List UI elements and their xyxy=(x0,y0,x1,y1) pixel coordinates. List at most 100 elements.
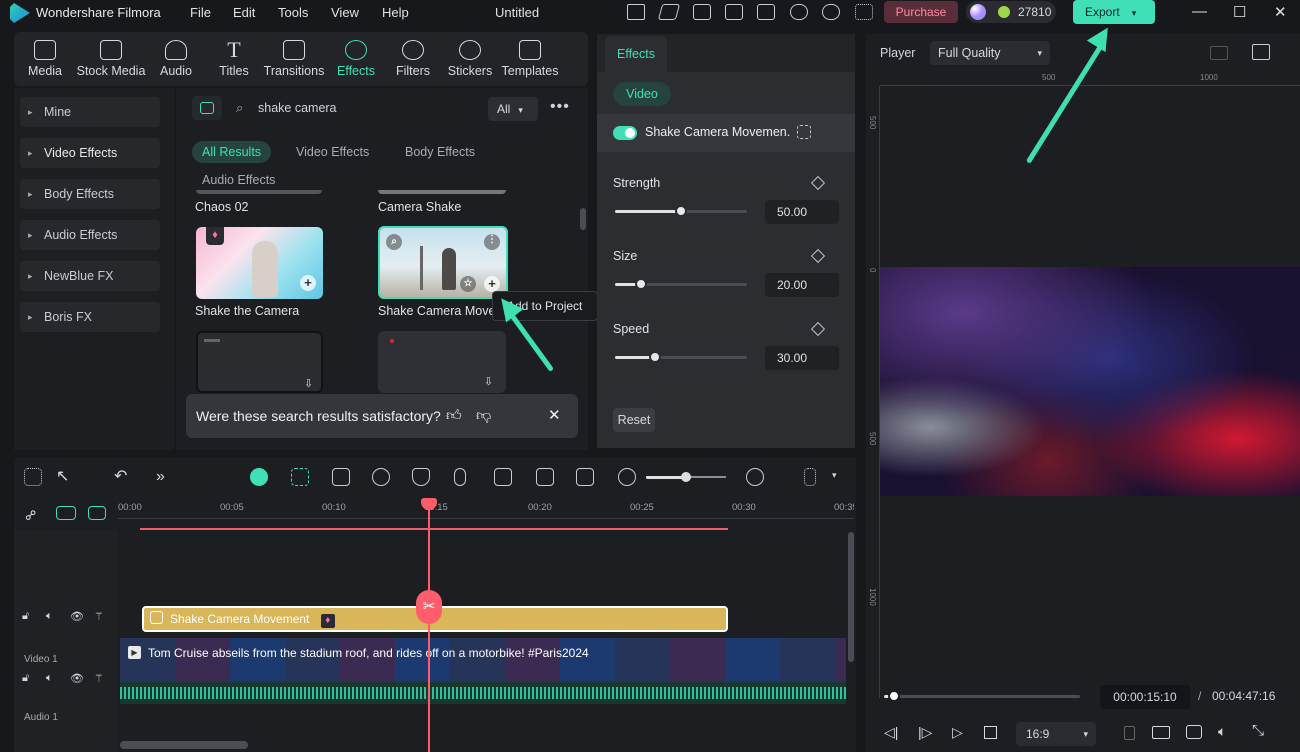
track-options-icon[interactable] xyxy=(804,468,816,486)
eye-icon[interactable]: 👁︎ xyxy=(70,672,84,685)
aspect-ratio-dropdown[interactable]: 16:9 ▾ xyxy=(1016,722,1096,746)
thumb-result-6[interactable]: ⇩ xyxy=(378,331,506,393)
split-screen-icon[interactable] xyxy=(576,468,594,486)
speaker-icon[interactable]: 🔈︎ xyxy=(46,610,53,623)
feedback-icon[interactable] xyxy=(693,4,711,20)
tab-effects-properties[interactable]: Effects xyxy=(605,36,667,72)
menu-view[interactable]: View xyxy=(331,5,359,20)
sidebar-item-body-effects[interactable]: Body Effects xyxy=(20,179,160,209)
snapshot-view-icon[interactable] xyxy=(1252,44,1270,60)
favorite-star-icon[interactable]: ☆ xyxy=(460,276,476,292)
video-clip[interactable]: ▶ Tom Cruise abseils from the stadium ro… xyxy=(120,638,846,704)
store-icon[interactable] xyxy=(192,96,222,120)
thumbs-down-icon[interactable]: 👎︎ xyxy=(476,394,491,438)
tab-effects[interactable]: Effects xyxy=(332,32,380,86)
export-button[interactable]: Export ▾ xyxy=(1073,0,1155,24)
layout-grid-icon[interactable] xyxy=(24,468,42,486)
playhead[interactable] xyxy=(428,500,430,752)
slider-knob[interactable] xyxy=(635,278,648,290)
display-icon[interactable] xyxy=(1152,726,1170,739)
progress-knob[interactable] xyxy=(887,690,900,702)
timeline-vertical-scrollbar[interactable] xyxy=(848,532,854,662)
tab-audio[interactable]: Audio xyxy=(152,32,200,86)
thumb-shake-the-camera[interactable]: ♦ + xyxy=(196,227,323,299)
menu-edit[interactable]: Edit xyxy=(233,5,255,20)
apps-grid-icon[interactable] xyxy=(855,4,873,20)
tab-media[interactable]: Media xyxy=(20,32,70,86)
thumb-camera-shake[interactable] xyxy=(378,190,506,194)
auto-ripple-icon[interactable] xyxy=(88,506,106,520)
more-vertical-icon[interactable]: ⋮ xyxy=(484,234,500,250)
playback-progress[interactable] xyxy=(884,690,1080,702)
ai-camera-icon[interactable] xyxy=(332,468,350,486)
sidebar-item-audio-effects[interactable]: Audio Effects xyxy=(20,220,160,250)
size-value-field[interactable]: 20.00 xyxy=(765,273,839,297)
reset-button[interactable]: Reset xyxy=(613,408,655,432)
add-to-project-button[interactable]: + xyxy=(484,276,500,292)
menu-file[interactable]: File xyxy=(190,5,211,20)
chevron-down-icon[interactable]: ▾ xyxy=(832,470,837,481)
results-scrollbar[interactable] xyxy=(580,208,586,230)
tab-templates[interactable]: Templates xyxy=(500,32,560,86)
play-icon[interactable]: ▷ xyxy=(952,724,963,741)
thumb-result-5[interactable]: ⇩ xyxy=(196,331,323,393)
slider-knob[interactable] xyxy=(648,351,661,363)
chip-audio-effects[interactable]: Audio Effects xyxy=(192,169,285,191)
search-input[interactable]: shake camera xyxy=(258,101,337,115)
shield-icon[interactable] xyxy=(412,468,430,486)
download-icon[interactable]: ⇩ xyxy=(484,375,493,388)
more-tools-icon[interactable]: » xyxy=(156,468,174,486)
lock-icon[interactable]: 🔓︎ xyxy=(22,610,29,623)
split-scissors-icon[interactable]: ✂ xyxy=(416,590,442,624)
magic-wand-icon[interactable]: ⚚ xyxy=(94,610,104,623)
undo-icon[interactable]: ↶ xyxy=(114,468,132,486)
close-icon[interactable]: ✕ xyxy=(1274,3,1287,21)
eye-icon[interactable]: 👁︎ xyxy=(70,610,84,623)
chip-video-effects[interactable]: Video Effects xyxy=(286,141,379,163)
menu-help[interactable]: Help xyxy=(382,5,409,20)
chip-all-results[interactable]: All Results xyxy=(192,141,272,163)
tab-filters[interactable]: Filters xyxy=(388,32,438,86)
ai-assistant-icon[interactable] xyxy=(250,468,268,486)
magic-wand-icon[interactable]: ⚚ xyxy=(94,672,104,685)
magnet-snap-icon[interactable] xyxy=(56,506,76,520)
compare-view-icon[interactable] xyxy=(1210,46,1228,60)
tab-stock-media[interactable]: Stock Media xyxy=(72,32,150,86)
gift-icon[interactable] xyxy=(627,4,645,20)
zoom-out-icon[interactable] xyxy=(618,468,636,486)
lock-icon[interactable]: 🔓︎ xyxy=(22,672,29,685)
save-icon[interactable] xyxy=(757,4,775,20)
zoom-in-icon[interactable] xyxy=(746,468,764,486)
keyframe-diamond-icon[interactable] xyxy=(810,175,826,191)
download-icon[interactable]: ⇩ xyxy=(304,377,313,390)
microphone-icon[interactable] xyxy=(454,468,466,486)
minimize-icon[interactable]: — xyxy=(1192,3,1207,20)
audio-list-icon[interactable] xyxy=(494,468,512,486)
effect-enable-toggle[interactable] xyxy=(613,126,637,140)
cloud-icon[interactable] xyxy=(790,4,808,20)
menu-tools[interactable]: Tools xyxy=(278,5,308,20)
credits-badge[interactable]: 27810 xyxy=(966,1,1056,23)
auto-reframe-icon[interactable] xyxy=(536,468,554,486)
zoom-icon[interactable]: ⌕ xyxy=(386,234,402,250)
speed-slider[interactable] xyxy=(615,351,747,363)
slider-knob[interactable] xyxy=(675,205,687,217)
link-icon[interactable]: ⚯ xyxy=(20,500,45,525)
volume-icon[interactable]: 🔈︎ xyxy=(1218,723,1226,740)
more-options-icon[interactable]: ••• xyxy=(550,98,570,116)
speed-value-field[interactable]: 30.00 xyxy=(765,346,839,370)
render-preview-icon[interactable] xyxy=(1124,726,1135,740)
next-frame-icon[interactable]: |▷ xyxy=(918,724,932,741)
tab-stickers[interactable]: Stickers xyxy=(444,32,496,86)
purchase-button[interactable]: Purchase xyxy=(884,1,958,23)
video-preview[interactable] xyxy=(880,267,1300,496)
sidebar-item-mine[interactable]: Mine xyxy=(20,97,160,127)
layout-icon[interactable] xyxy=(725,4,743,20)
select-tool-icon[interactable]: ↖ xyxy=(56,468,74,486)
sidebar-item-boris-fx[interactable]: Boris FX xyxy=(20,302,160,332)
thumbs-up-icon[interactable]: 👍︎ xyxy=(446,394,462,438)
sidebar-item-video-effects[interactable]: Video Effects xyxy=(20,138,160,168)
close-icon[interactable]: ✕ xyxy=(548,394,561,438)
stop-icon[interactable] xyxy=(984,726,997,739)
tab-transitions[interactable]: Transitions xyxy=(262,32,326,86)
